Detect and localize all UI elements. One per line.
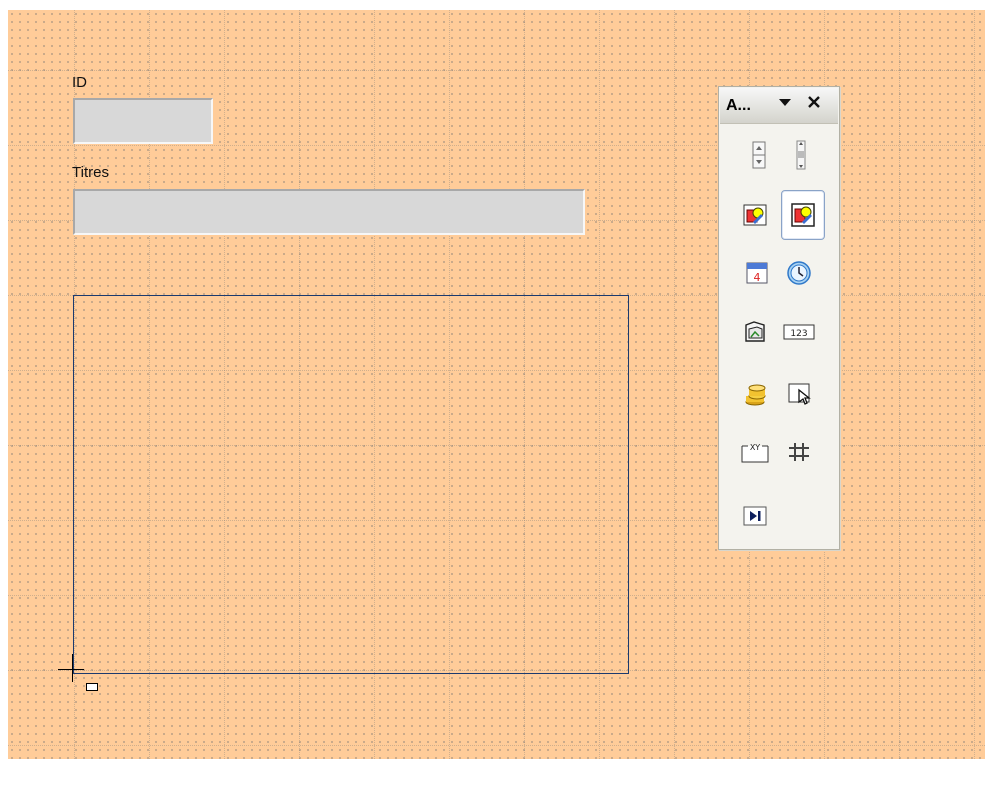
titles-label[interactable]: Titres [72, 164, 109, 181]
id-label[interactable]: ID [72, 74, 87, 91]
svg-text:XY: XY [750, 443, 760, 452]
id-field[interactable] [73, 98, 213, 144]
crosshair-cursor [56, 652, 98, 692]
file-selection-icon[interactable] [733, 307, 777, 357]
pattern-field-icon[interactable] [779, 369, 823, 419]
triangle-down-icon[interactable] [778, 96, 792, 113]
svg-text:4: 4 [754, 271, 761, 284]
table-control-icon[interactable]: XY [733, 427, 777, 477]
time-field-icon[interactable] [777, 248, 821, 298]
close-icon[interactable] [806, 94, 822, 115]
date-field-icon[interactable]: 4 [735, 248, 779, 298]
svg-text:123: 123 [790, 329, 807, 339]
toolbar-title: A... [726, 97, 751, 114]
numeric-field-icon[interactable]: 123 [777, 307, 821, 357]
new-control-frame[interactable] [73, 295, 629, 674]
grid-control-icon[interactable] [777, 427, 821, 477]
more-controls-toolbar[interactable]: A... 4 123 XY [718, 86, 840, 550]
titles-field[interactable] [73, 189, 585, 235]
image-button-icon[interactable] [733, 190, 777, 240]
spin-button-icon[interactable] [737, 130, 781, 180]
currency-field-icon[interactable] [733, 369, 777, 419]
image-control-icon[interactable] [781, 190, 825, 240]
toolbar-titlebar[interactable]: A... [720, 88, 838, 124]
scrollbar-icon[interactable] [779, 130, 823, 180]
navigation-bar-icon[interactable] [733, 491, 777, 541]
